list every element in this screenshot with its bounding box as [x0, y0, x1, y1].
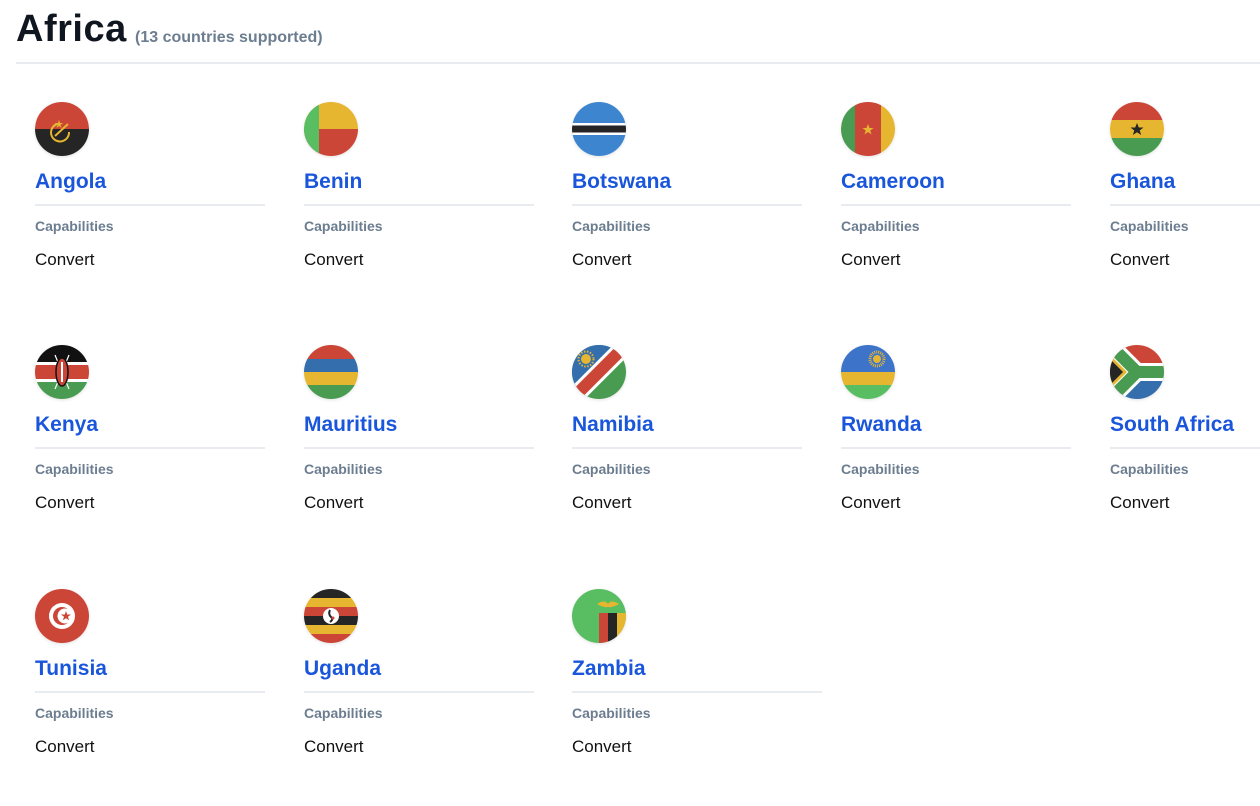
capabilities-label: Capabilities [841, 218, 920, 234]
capability-value: Convert [35, 737, 95, 756]
capabilities-label: Capabilities [572, 218, 651, 234]
capability-value: Convert [35, 493, 95, 512]
capability-value: Convert [1110, 493, 1170, 512]
capability-value: Convert [35, 250, 95, 269]
countries-count: (13 countries supported) [135, 29, 323, 46]
country-link-kenya[interactable]: Kenya [35, 413, 98, 437]
uganda-flag-icon [304, 589, 358, 643]
capability-value: Convert [572, 737, 632, 756]
capability-value: Convert [841, 493, 901, 512]
capabilities-label: Capabilities [35, 705, 114, 721]
capability-value: Convert [304, 493, 364, 512]
country-link-rwanda[interactable]: Rwanda [841, 413, 922, 437]
capability-value: Convert [841, 250, 901, 269]
capabilities-label: Capabilities [304, 218, 383, 234]
divider [572, 447, 802, 449]
botswana-flag-icon [572, 102, 626, 156]
capabilities-label: Capabilities [572, 705, 651, 721]
benin-flag-icon [304, 102, 358, 156]
cameroon-flag-icon [841, 102, 895, 156]
country-link-botswana[interactable]: Botswana [572, 170, 671, 194]
country-link-tunisia[interactable]: Tunisia [35, 657, 107, 681]
divider [841, 204, 1071, 206]
capabilities-label: Capabilities [304, 461, 383, 477]
kenya-flag-icon [35, 345, 89, 399]
divider [1110, 447, 1260, 449]
capabilities-label: Capabilities [35, 218, 114, 234]
divider [35, 691, 265, 693]
capabilities-label: Capabilities [841, 461, 920, 477]
country-link-mauritius[interactable]: Mauritius [304, 413, 397, 437]
capability-value: Convert [304, 737, 364, 756]
capabilities-label: Capabilities [35, 461, 114, 477]
country-link-ghana[interactable]: Ghana [1110, 170, 1175, 194]
capability-value: Convert [572, 250, 632, 269]
country-link-benin[interactable]: Benin [304, 170, 362, 194]
capabilities-label: Capabilities [304, 705, 383, 721]
divider [304, 204, 534, 206]
namibia-flag-icon [572, 345, 626, 399]
divider [572, 204, 802, 206]
country-link-zambia[interactable]: Zambia [572, 657, 646, 681]
capabilities-label: Capabilities [1110, 218, 1189, 234]
country-link-namibia[interactable]: Namibia [572, 413, 654, 437]
rwanda-flag-icon [841, 345, 895, 399]
divider [35, 204, 265, 206]
section-header: Africa (13 countries supported) [16, 0, 1260, 64]
ghana-flag-icon [1110, 102, 1164, 156]
divider [304, 691, 534, 693]
divider [841, 447, 1071, 449]
country-link-uganda[interactable]: Uganda [304, 657, 381, 681]
divider [35, 447, 265, 449]
page-title: Africa [16, 8, 127, 50]
divider [1110, 204, 1260, 206]
angola-flag-icon [35, 102, 89, 156]
divider [572, 691, 822, 693]
mauritius-flag-icon [304, 345, 358, 399]
capability-value: Convert [572, 493, 632, 512]
country-link-angola[interactable]: Angola [35, 170, 106, 194]
divider [304, 447, 534, 449]
capabilities-label: Capabilities [572, 461, 651, 477]
country-link-south-africa[interactable]: South Africa [1110, 413, 1234, 437]
south-africa-flag-icon [1110, 345, 1164, 399]
zambia-flag-icon [572, 589, 626, 643]
capability-value: Convert [304, 250, 364, 269]
capabilities-label: Capabilities [1110, 461, 1189, 477]
country-link-cameroon[interactable]: Cameroon [841, 170, 945, 194]
tunisia-flag-icon [35, 589, 89, 643]
capability-value: Convert [1110, 250, 1170, 269]
